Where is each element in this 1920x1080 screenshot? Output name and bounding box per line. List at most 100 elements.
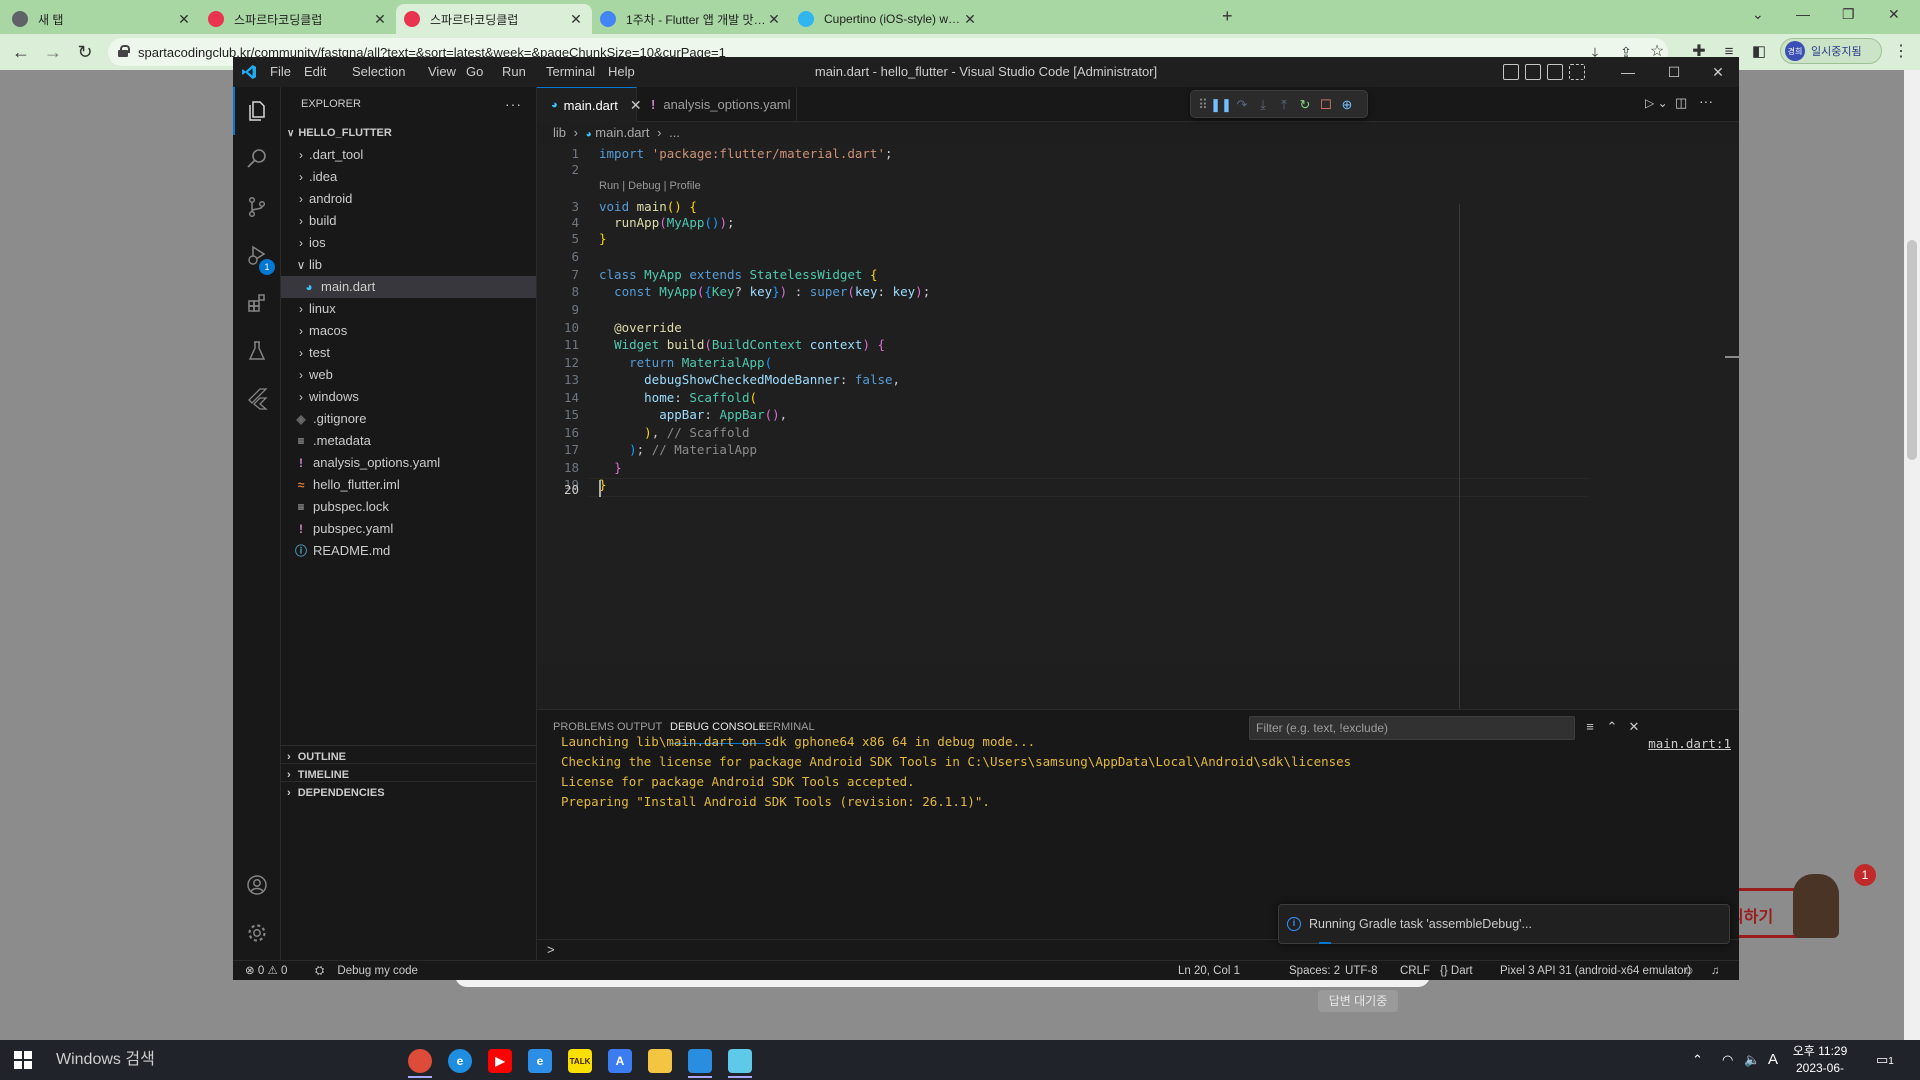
menu-terminal[interactable]: Terminal — [539, 57, 602, 87]
menu-go[interactable]: Go — [459, 57, 490, 87]
taskbar-app-ie[interactable]: e — [520, 1044, 560, 1078]
folder-macos[interactable]: › macos — [281, 320, 536, 342]
close-icon[interactable]: ✕ — [1888, 6, 1900, 23]
flutter-activity[interactable] — [233, 375, 281, 423]
language-status[interactable]: {} Dart — [1440, 961, 1473, 980]
file-item[interactable]: ≈ hello_flutter.iml — [281, 474, 536, 496]
scroll-thumb[interactable] — [1907, 240, 1917, 460]
breadcrumb-file[interactable]: main.dart — [595, 125, 649, 140]
notifications-bell-icon[interactable]: ♫ — [1711, 961, 1720, 980]
close-tab-icon[interactable]: ✕ — [176, 11, 192, 28]
device-status[interactable]: Pixel 3 API 31 (android-x64 emulator) — [1500, 961, 1691, 980]
folder-linux[interactable]: › linux — [281, 298, 536, 320]
windows-start-icon[interactable] — [14, 1051, 32, 1069]
taskbar-app-explorer[interactable] — [640, 1044, 680, 1078]
source-control-activity[interactable] — [233, 183, 281, 231]
accounts-activity[interactable] — [233, 861, 281, 909]
folder-web[interactable]: › web — [281, 364, 536, 386]
breadcrumb-symbol[interactable]: ... — [669, 125, 680, 140]
run-file-icon[interactable]: ▷ ⌄ — [1645, 96, 1668, 110]
browser-tab[interactable]: 새 탭 ✕ — [4, 4, 200, 34]
menu-run[interactable]: Run — [495, 57, 533, 87]
file-item[interactable]: ≡ pubspec.lock — [281, 496, 536, 518]
taskbar-app-app-store[interactable]: A — [600, 1044, 640, 1078]
section-dependencies[interactable]: › DEPENDENCIES — [281, 781, 537, 803]
network-icon[interactable]: ◠ — [1722, 1040, 1733, 1080]
taskbar-app-phone-link[interactable] — [720, 1044, 760, 1078]
file-item[interactable]: ⓘ README.md — [281, 540, 536, 562]
eol-status[interactable]: CRLF — [1400, 961, 1430, 980]
menu-selection[interactable]: Selection — [345, 57, 412, 87]
taskbar-app-edge[interactable]: e — [440, 1044, 480, 1078]
folder-test[interactable]: › test — [281, 342, 536, 364]
taskbar-app-kakaotalk[interactable]: TALK — [560, 1044, 600, 1078]
workspace-root[interactable]: ∨ HELLO_FLUTTER — [281, 122, 536, 144]
menu-view[interactable]: View — [421, 57, 463, 87]
toggle-panel-icon[interactable] — [1525, 64, 1541, 80]
side-panel-icon[interactable]: ◧ — [1748, 41, 1770, 63]
tab-search-icon[interactable]: ⌄ — [1752, 6, 1764, 23]
back-icon[interactable]: ← — [10, 41, 32, 63]
taskbar-app-youtube[interactable]: ▶ — [480, 1044, 520, 1078]
tray-chevron-icon[interactable]: ⌃ — [1692, 1040, 1703, 1080]
file-item[interactable]: ! pubspec.yaml — [281, 518, 536, 540]
browser-tab[interactable]: 1주차 - Flutter 앱 개발 맛보기 ✕ — [592, 4, 790, 34]
close-tab-icon[interactable]: ✕ — [766, 11, 782, 28]
close-tab-icon[interactable]: ✕ — [568, 11, 584, 28]
cursor-position[interactable]: Ln 20, Col 1 — [1178, 961, 1240, 980]
indentation-status[interactable]: Spaces: 2 — [1289, 961, 1340, 980]
encoding-status[interactable]: UTF-8 — [1345, 961, 1378, 980]
restart-icon[interactable]: ↻ — [1295, 95, 1315, 115]
forward-icon[interactable]: → — [42, 41, 64, 63]
restore-icon[interactable]: ❐ — [1842, 6, 1855, 23]
system-clock[interactable]: 오후 11:29 2023-06-07 — [1792, 1043, 1848, 1080]
folder-idea[interactable]: › .idea — [281, 166, 536, 188]
tab-main-dart[interactable]: ◕ main.dart ✕ — [537, 87, 642, 122]
close-tab-icon[interactable]: ✕ — [962, 11, 978, 28]
minimize-icon[interactable]: — — [1796, 6, 1810, 22]
close-tab-icon[interactable]: ✕ — [372, 11, 388, 28]
menu-dots-icon[interactable]: ⋮ — [1890, 41, 1912, 63]
browser-tab[interactable]: 스파르타코딩클럽 ✕ — [200, 4, 396, 34]
testing-activity[interactable] — [233, 327, 281, 375]
close-button[interactable]: ✕ — [1695, 57, 1739, 87]
codelens[interactable]: Run | Debug | Profile — [599, 180, 701, 192]
more-actions-icon[interactable]: ··· — [1699, 93, 1713, 109]
problems-status[interactable]: ⊗ 0 ⚠ 0 — [245, 961, 287, 980]
browser-tab[interactable]: 스파르타코딩클럽 ✕ — [396, 4, 592, 34]
console-filter-input[interactable]: Filter (e.g. text, !exclude) — [1249, 716, 1575, 740]
feedback-icon[interactable]: ☺ — [1683, 961, 1695, 980]
maximize-panel-icon[interactable]: ⌃ — [1603, 718, 1621, 736]
clear-console-icon[interactable]: ≡ — [1581, 718, 1599, 736]
code-editor[interactable]: 1 import 'package:flutter/material.dart';… — [537, 144, 1739, 664]
folder-ios[interactable]: › ios — [281, 232, 536, 254]
taskbar-app-vscode[interactable] — [680, 1044, 720, 1078]
menu-help[interactable]: Help — [601, 57, 642, 87]
folder-lib[interactable]: ∨ lib — [281, 254, 536, 276]
menu-file[interactable]: File — [263, 57, 298, 87]
step-into-icon[interactable]: ⤓ — [1253, 95, 1273, 115]
toggle-sidebar-icon[interactable] — [1503, 64, 1519, 80]
character-image[interactable] — [1793, 874, 1839, 938]
folder-build[interactable]: › build — [281, 210, 536, 232]
browser-tab[interactable]: Cupertino (iOS-style) widgets✕ — [790, 4, 986, 34]
customize-layout-icon[interactable] — [1569, 64, 1585, 80]
step-out-icon[interactable]: ⤒ — [1274, 95, 1294, 115]
file-item[interactable]: ! analysis_options.yaml — [281, 452, 536, 474]
more-actions-icon[interactable]: ··· — [505, 87, 522, 122]
stop-icon[interactable]: ☐ — [1316, 95, 1336, 115]
taskbar-app-chrome[interactable] — [400, 1044, 440, 1078]
toggle-secondary-sidebar-icon[interactable] — [1547, 64, 1563, 80]
explorer-activity[interactable] — [233, 87, 281, 135]
menu-edit[interactable]: Edit — [297, 57, 333, 87]
search-activity[interactable] — [233, 135, 281, 183]
run-debug-activity[interactable]: 1 — [233, 231, 281, 279]
maximize-button[interactable]: ☐ — [1651, 57, 1697, 87]
ime-indicator[interactable]: A — [1768, 1040, 1778, 1080]
pause-icon[interactable]: ❚❚ — [1210, 95, 1232, 115]
debug-status[interactable]: ⛭ Debug my code — [315, 961, 418, 980]
notification-toast[interactable]: i Running Gradle task 'assembleDebug'... — [1278, 904, 1730, 944]
folder-android[interactable]: › android — [281, 188, 536, 210]
windows-search-box[interactable]: Windows 검색 — [48, 1040, 388, 1080]
tab-analysis-options[interactable]: ! analysis_options.yaml — [637, 87, 797, 122]
